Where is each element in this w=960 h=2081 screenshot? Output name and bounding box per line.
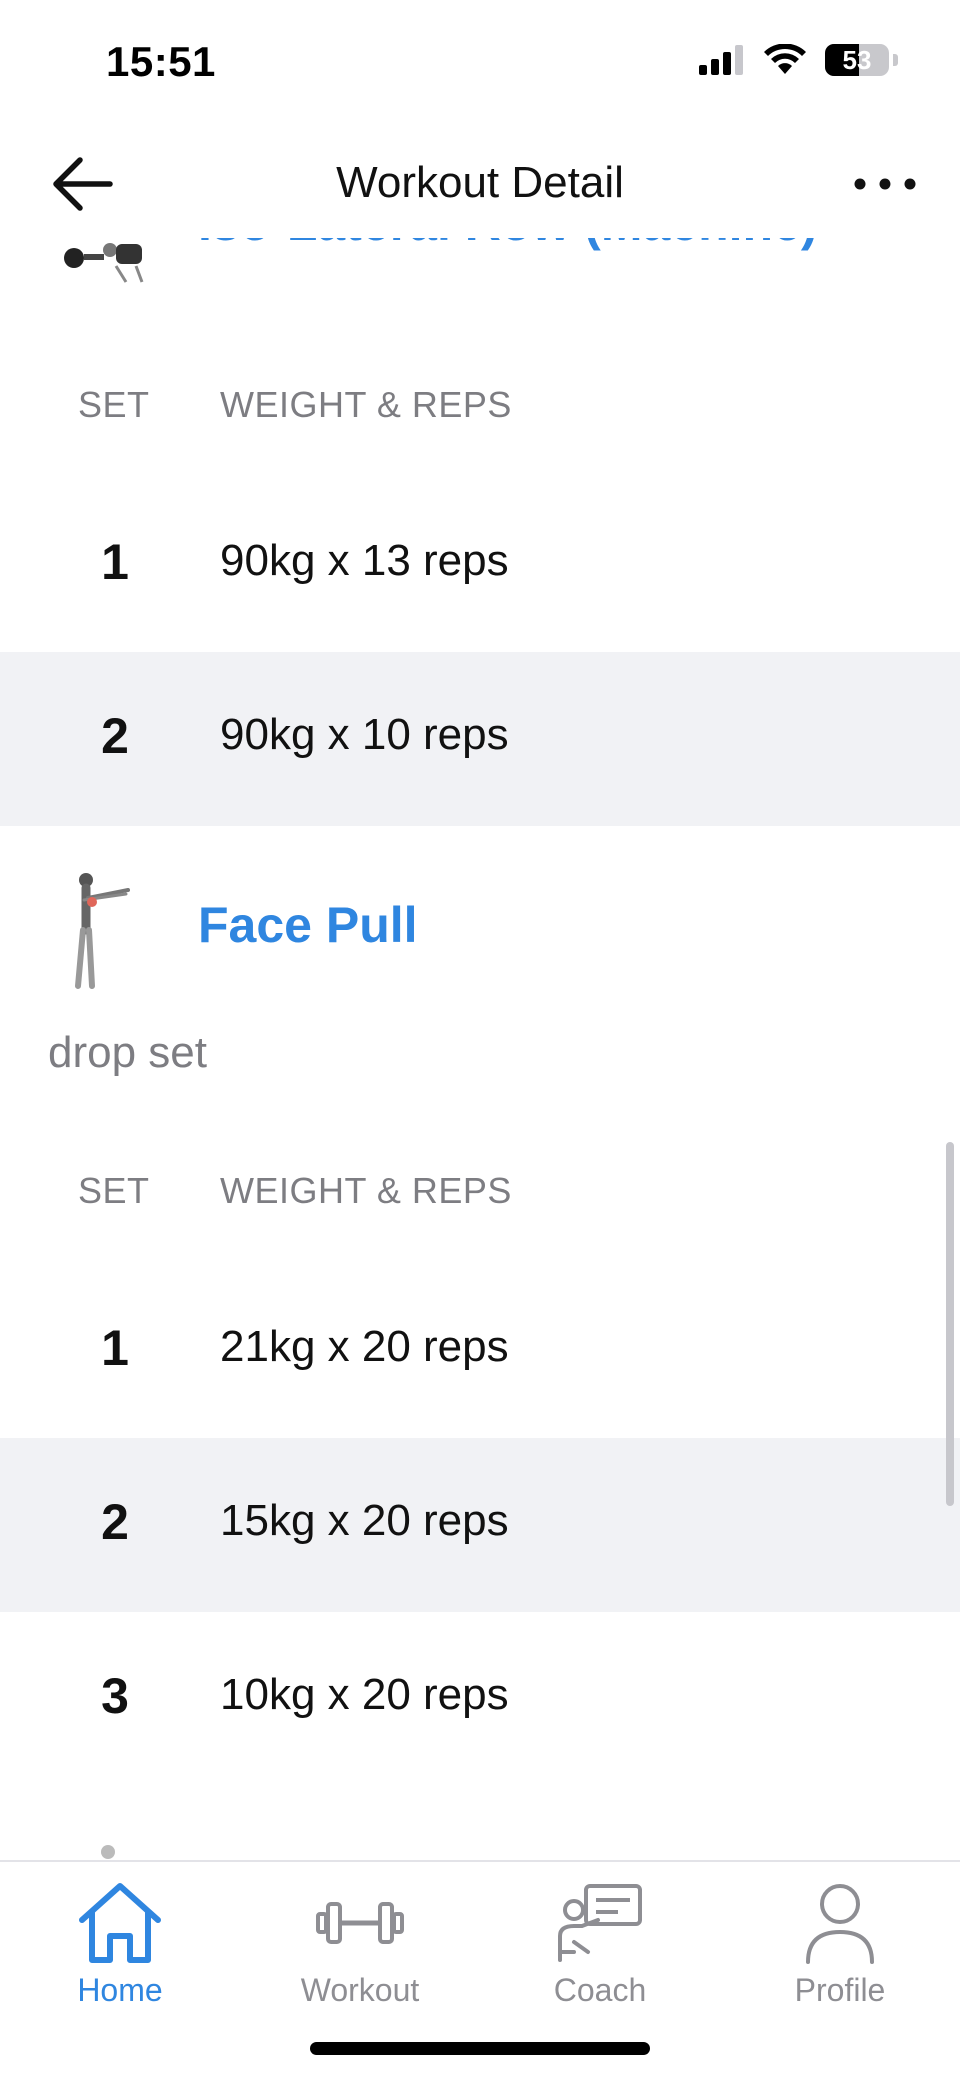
set-number: 2: [101, 708, 129, 764]
scrollbar[interactable]: [946, 1142, 954, 1506]
battery-level: 53: [842, 44, 872, 75]
signal-icon: [699, 45, 743, 75]
tab-label: Coach: [553, 1972, 647, 2008]
coach-icon: [558, 1884, 642, 1962]
weight-reps-column-header: WEIGHT & REPS: [220, 384, 512, 425]
set-number: 3: [101, 1668, 129, 1724]
tab-label: Home: [77, 1972, 163, 2008]
profile-icon: [806, 1884, 874, 1964]
exercise-thumbnail-icon: [64, 243, 144, 283]
set-row: 2 15kg x 20 reps: [0, 1438, 960, 1612]
tab-coach[interactable]: Coach: [480, 1880, 720, 2030]
set-weight-reps: 90kg x 10 reps: [220, 710, 509, 759]
tab-profile[interactable]: Profile: [720, 1880, 960, 2030]
set-weight-reps: 10kg x 20 reps: [220, 1670, 509, 1719]
set-number: 1: [101, 1320, 129, 1376]
set-number: 2: [101, 1494, 129, 1550]
status-bar: 15:51 53: [0, 0, 960, 130]
exercise-thumbnail-icon: [75, 873, 130, 989]
tab-label: Profile: [794, 1972, 886, 2008]
tab-workout[interactable]: Workout: [240, 1880, 480, 2030]
tab-home[interactable]: Home: [0, 1880, 240, 2030]
status-time: 15:51: [106, 38, 216, 85]
set-row: 3 10kg x 20 reps: [0, 1612, 960, 1786]
dumbbell-icon: [316, 1902, 404, 1944]
exercise-note: drop set: [48, 1028, 207, 1077]
exercise-thumbnail-icon: [101, 1845, 115, 1859]
set-row: 1 21kg x 20 reps: [0, 1264, 960, 1438]
exercise-header[interactable]: Iso-Lateral Row (Machine): [0, 238, 960, 298]
home-indicator[interactable]: [310, 2042, 650, 2055]
set-weight-reps: 15kg x 20 reps: [220, 1496, 509, 1545]
set-number: 1: [101, 534, 129, 590]
set-weight-reps: 90kg x 13 reps: [220, 536, 509, 585]
page-title: Workout Detail: [336, 158, 624, 207]
set-column-header: SET: [78, 1170, 150, 1211]
exercise-title[interactable]: Iso-Lateral Row (Machine): [198, 238, 818, 252]
set-row: 2 90kg x 10 reps: [0, 652, 960, 826]
set-row: 1 90kg x 13 reps: [0, 478, 960, 652]
home-icon: [79, 1883, 161, 1963]
navigation-bar: Workout Detail: [0, 130, 960, 238]
status-icons: 53: [699, 44, 898, 76]
tab-bar: Home Workout Coach Profile: [0, 1860, 960, 2081]
battery-icon: 53: [825, 44, 889, 76]
set-weight-reps: 21kg x 20 reps: [220, 1322, 509, 1371]
tab-label: Workout: [300, 1972, 420, 2008]
exercise-title[interactable]: Face Pull: [198, 896, 418, 954]
set-column-header: SET: [78, 384, 150, 425]
wifi-icon: [764, 44, 806, 74]
more-options-icon[interactable]: [850, 164, 920, 204]
weight-reps-column-header: WEIGHT & REPS: [220, 1170, 512, 1211]
exercise-header[interactable]: Face Pull: [0, 868, 960, 998]
workout-content[interactable]: Iso-Lateral Row (Machine) SET WEIGHT & R…: [0, 238, 960, 1860]
